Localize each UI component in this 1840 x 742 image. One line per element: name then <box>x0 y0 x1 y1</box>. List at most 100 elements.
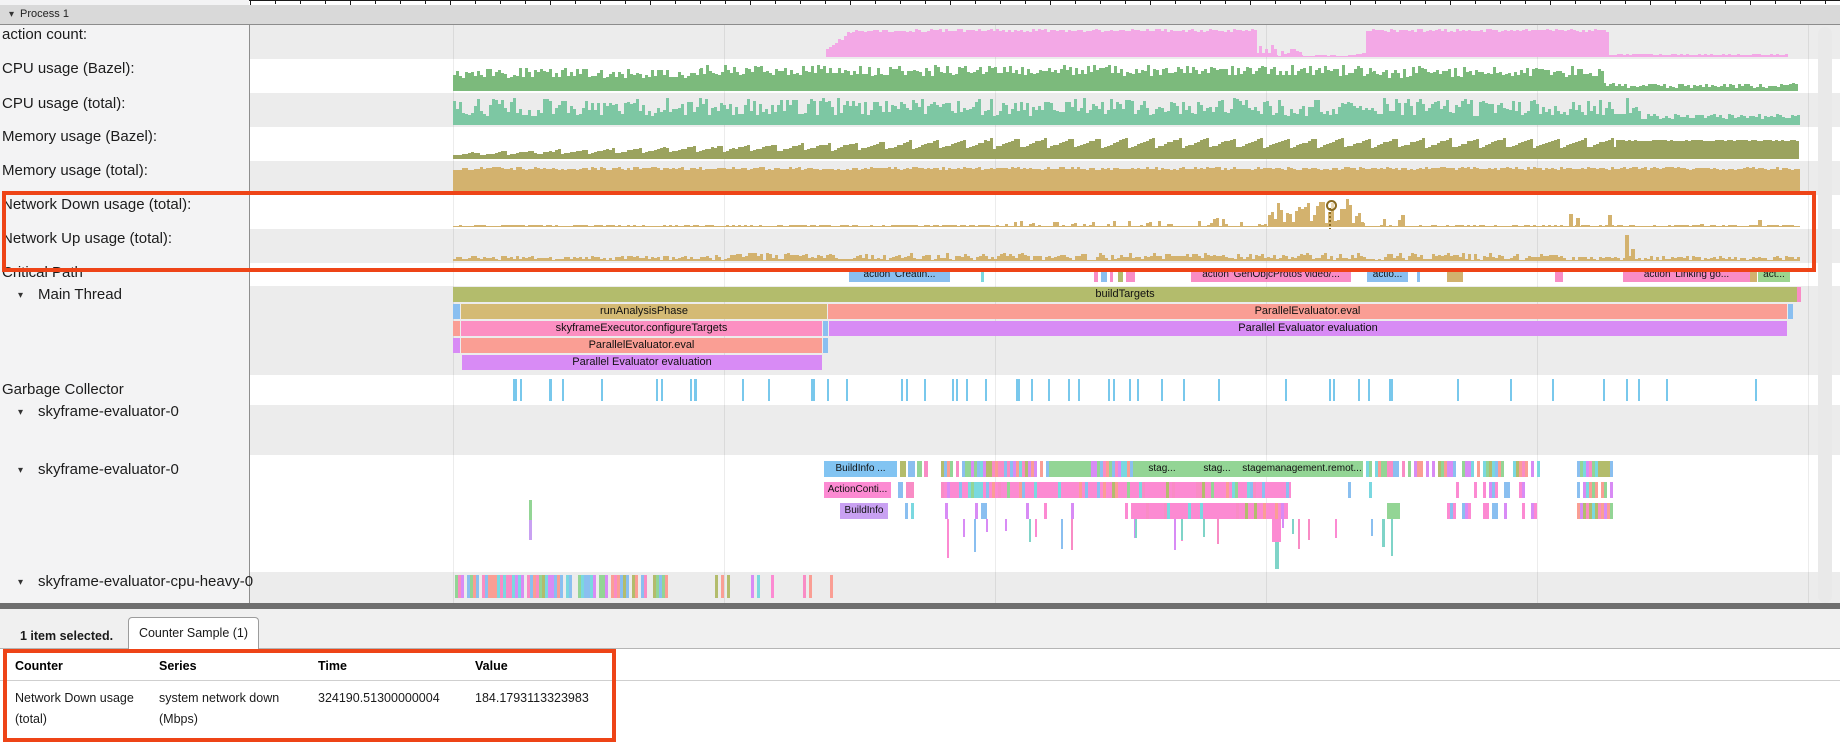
slice-confetti-tick[interactable] <box>984 503 987 519</box>
slice-confetti-tick[interactable] <box>1420 461 1423 477</box>
skyframe-slice[interactable] <box>908 461 915 477</box>
gc-event-tick[interactable] <box>1068 379 1070 401</box>
slice-confetti-tick[interactable] <box>992 482 995 498</box>
critical-path-slice[interactable] <box>1417 268 1420 282</box>
skyframe-slice[interactable]: stag... <box>1193 461 1241 477</box>
slice-confetti-tick[interactable] <box>1245 503 1248 519</box>
critical-path-slice[interactable] <box>981 268 984 282</box>
slice-confetti-tick[interactable] <box>1468 503 1471 519</box>
gc-event-tick[interactable] <box>901 379 903 401</box>
slice-confetti-tick[interactable] <box>569 575 572 598</box>
gc-event-tick[interactable] <box>1218 379 1220 401</box>
gc-event-tick[interactable] <box>1457 379 1459 401</box>
slice-confetti-tick[interactable] <box>521 575 524 598</box>
gc-event-tick[interactable] <box>742 379 744 401</box>
skyframe-slice[interactable] <box>911 503 914 519</box>
slice-confetti-tick[interactable] <box>1408 461 1411 477</box>
gc-event-tick[interactable] <box>924 379 926 401</box>
gc-event-tick[interactable] <box>520 379 522 401</box>
slice-confetti-tick[interactable] <box>1007 482 1010 498</box>
main-thread-slice[interactable]: buildTargets <box>453 287 1797 302</box>
slice-confetti-tick[interactable] <box>1477 461 1480 477</box>
slice-confetti-tick[interactable] <box>1537 461 1540 477</box>
slice-confetti-tick[interactable] <box>1022 482 1025 498</box>
slice-confetti-tick[interactable] <box>1235 482 1238 498</box>
gc-event-tick[interactable] <box>1078 379 1080 401</box>
tab-counter-sample[interactable]: Counter Sample (1) <box>128 617 259 649</box>
slice-confetti-tick[interactable] <box>1115 482 1118 498</box>
skyframe-early-slice[interactable] <box>529 500 532 520</box>
critical-path-slice[interactable]: action 'GenObjcProtos video/... <box>1191 268 1351 282</box>
skyframe-slice[interactable]: stagemanagement.remot... <box>1241 461 1363 477</box>
gc-event-tick[interactable] <box>1510 379 1512 401</box>
slice-confetti-tick[interactable] <box>1130 461 1133 477</box>
slice-confetti-tick[interactable] <box>1369 482 1372 498</box>
skyframe-early-slice[interactable] <box>529 520 532 540</box>
slice-confetti-tick[interactable] <box>803 575 806 598</box>
slice-confetti-tick[interactable] <box>1146 503 1149 519</box>
skyframe-slice[interactable] <box>924 461 928 477</box>
slice-confetti-tick[interactable] <box>665 575 668 598</box>
gc-event-tick[interactable] <box>811 379 813 401</box>
slice-confetti-tick[interactable] <box>560 575 563 598</box>
skyframe-slice[interactable] <box>1049 461 1091 477</box>
slice-confetti-tick[interactable] <box>975 503 978 519</box>
gc-event-tick[interactable] <box>966 379 968 401</box>
slice-confetti-tick[interactable] <box>830 575 833 598</box>
gc-event-tick[interactable] <box>1638 379 1640 401</box>
critical-path-slice[interactable]: action 'Creatin... <box>849 268 950 282</box>
slice-confetti-tick[interactable] <box>1226 482 1229 498</box>
async-drip-slice[interactable] <box>1272 519 1281 542</box>
slice-confetti-tick[interactable] <box>1369 461 1372 477</box>
gc-event-tick[interactable] <box>1285 379 1287 401</box>
slice-confetti-tick[interactable] <box>1211 482 1214 498</box>
slice-confetti-tick[interactable] <box>461 575 464 598</box>
slice-confetti-tick[interactable] <box>1456 482 1459 498</box>
skyframe-slice[interactable] <box>906 482 914 498</box>
slice-confetti-tick[interactable] <box>1595 482 1598 498</box>
gc-event-tick[interactable] <box>601 379 603 401</box>
skyframe-slice[interactable] <box>905 503 908 519</box>
slice-confetti-tick[interactable] <box>1522 482 1525 498</box>
slice-confetti-tick[interactable] <box>771 575 774 598</box>
slice-confetti-tick[interactable] <box>1525 461 1528 477</box>
vertical-scrollbar[interactable] <box>1818 27 1832 603</box>
slice-confetti-tick[interactable] <box>1426 461 1429 477</box>
gc-event-tick[interactable] <box>1183 379 1185 401</box>
gc-event-tick[interactable] <box>813 379 815 401</box>
slice-confetti-tick[interactable] <box>1348 482 1351 498</box>
gc-event-tick[interactable] <box>513 379 515 401</box>
gc-event-tick[interactable] <box>515 379 517 401</box>
critical-path-slice[interactable] <box>1110 268 1113 282</box>
gc-event-tick[interactable] <box>1755 379 1757 401</box>
slice-confetti-tick[interactable] <box>1071 503 1074 519</box>
skyframe-slice[interactable]: BuildInfo <box>840 503 888 519</box>
gc-event-tick[interactable] <box>1389 379 1391 401</box>
skyframe-slice[interactable] <box>1387 503 1400 519</box>
slice-confetti-tick[interactable] <box>1281 503 1284 519</box>
slice-confetti-tick[interactable] <box>1531 461 1534 477</box>
slice-confetti-tick[interactable] <box>1453 461 1456 477</box>
gc-event-tick[interactable] <box>1137 379 1139 401</box>
main-thread-slice[interactable] <box>823 321 828 336</box>
slice-confetti-tick[interactable] <box>1432 461 1435 477</box>
skyframe-slice[interactable] <box>898 482 903 498</box>
gc-event-tick[interactable] <box>1018 379 1020 401</box>
slice-confetti-tick[interactable] <box>1085 482 1088 498</box>
gc-event-tick[interactable] <box>985 379 987 401</box>
main-thread-slice[interactable] <box>1788 304 1793 319</box>
main-thread-slice[interactable]: runAnalysisPhase <box>461 304 827 319</box>
slice-confetti-tick[interactable] <box>1275 503 1278 519</box>
main-thread-slice[interactable]: ParallelEvaluator.eval <box>461 338 822 353</box>
slice-confetti-tick[interactable] <box>1188 503 1191 519</box>
gc-event-tick[interactable] <box>550 379 552 401</box>
skyframe-slice[interactable]: stag... <box>1131 461 1193 477</box>
slice-confetti-tick[interactable] <box>1034 461 1037 477</box>
main-thread-slice[interactable]: skyframeExecutor.configureTargets <box>461 321 822 336</box>
gc-event-tick[interactable] <box>1108 379 1110 401</box>
slice-confetti-tick[interactable] <box>1202 482 1205 498</box>
main-thread-slice[interactable] <box>823 338 828 353</box>
gc-event-tick[interactable] <box>846 379 848 401</box>
gc-event-tick[interactable] <box>1368 379 1370 401</box>
slice-confetti-tick[interactable] <box>757 575 760 598</box>
